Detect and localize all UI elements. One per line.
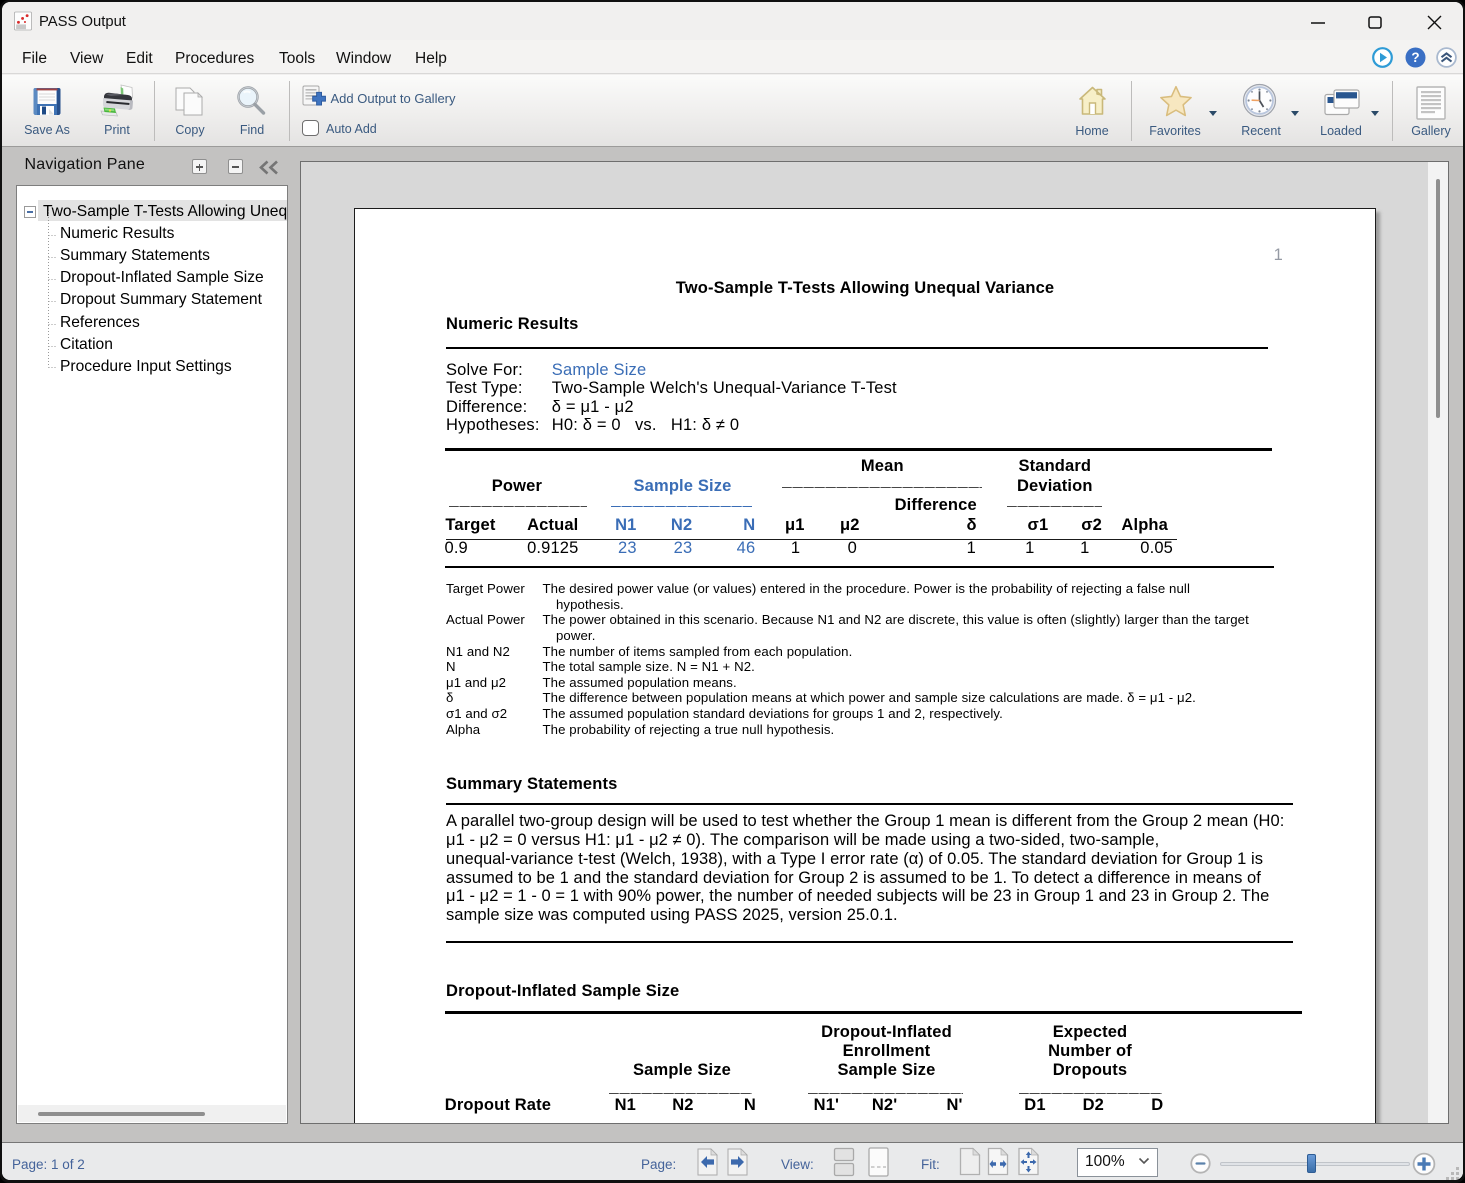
svg-text:?: ? — [1411, 50, 1419, 65]
